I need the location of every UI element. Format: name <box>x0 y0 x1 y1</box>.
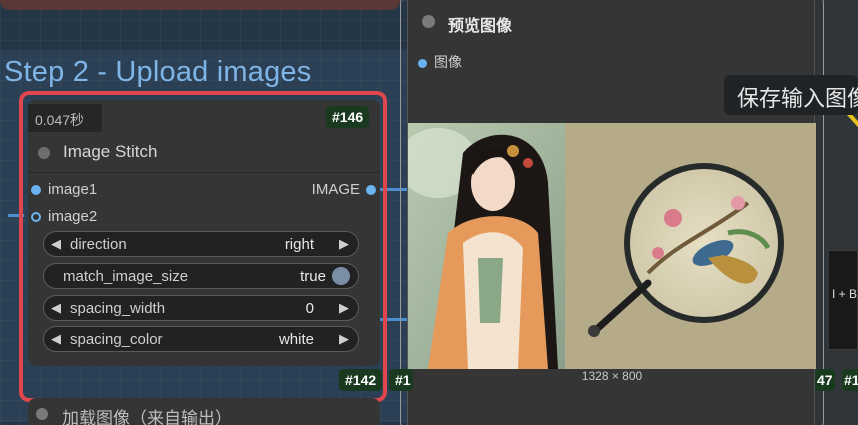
input-slot-icon[interactable] <box>418 58 427 68</box>
image-dimensions: 1328 × 800 <box>581 369 643 383</box>
load-image-output-node[interactable]: 加载图像（来自输出） <box>28 398 380 425</box>
preview-image-node[interactable]: 预览图像 图像 1328 × 800 <box>407 0 816 425</box>
preview-node-title: 预览图像 <box>448 18 513 35</box>
node-tooltip: 保存输入图像 <box>724 75 858 115</box>
preview-title-bar[interactable]: 预览图像 <box>408 0 814 44</box>
right-node-strip <box>812 0 858 425</box>
node-id-badge-partial-left: #1 <box>389 369 413 391</box>
top-node-edge <box>0 0 400 10</box>
right-node-text: I + B <box>832 287 858 301</box>
load-image-node-title: 加载图像（来自输出） <box>62 409 232 425</box>
group-title[interactable]: Step 2 - Upload images <box>4 56 311 89</box>
preview-input-slot[interactable]: 图像 <box>418 52 462 72</box>
preview-input-label: 图像 <box>434 54 462 70</box>
collapse-dot-icon[interactable] <box>36 408 48 420</box>
node-id-badge-partial-right: #1 <box>842 369 858 391</box>
selected-node-highlight <box>19 91 387 402</box>
right-partial-node[interactable]: I + B <box>828 250 858 350</box>
node-id-badge-bottom-right: 47 <box>815 369 835 391</box>
preview-image[interactable] <box>408 123 816 369</box>
collapse-dot-icon[interactable] <box>422 15 435 28</box>
stitched-image-graphic <box>408 123 816 369</box>
